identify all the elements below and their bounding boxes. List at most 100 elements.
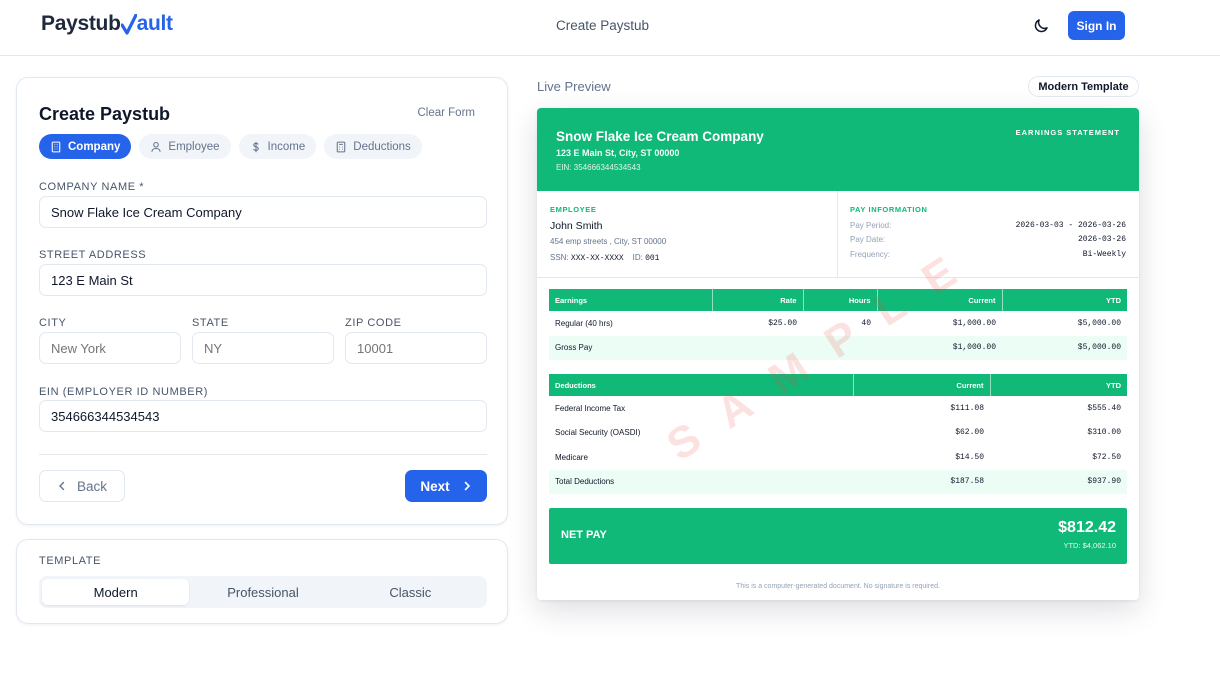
employee-ids: SSN: XXX-XX-XXXX ID: 001 <box>550 253 659 263</box>
gross-pay-hours <box>803 335 877 360</box>
ein-label: EIN (EMPLOYER ID NUMBER) <box>39 386 209 398</box>
table-row: Medicare $14.50 $72.50 <box>549 445 1127 470</box>
frequency-label: Frequency: <box>850 250 891 259</box>
city-label: CITY <box>39 317 67 329</box>
tab-deductions[interactable]: Deductions <box>324 134 422 159</box>
street-address-label: STREET ADDRESS <box>39 249 147 261</box>
stub-footer-note: This is a computer-generated document. N… <box>736 583 940 590</box>
frequency-row: Frequency: Bi-Weekly <box>850 250 1126 259</box>
earning-ytd: $5,000.00 <box>1077 318 1121 328</box>
table-row: Social Security (OASDI) $62.00 $310.00 <box>549 421 1127 446</box>
earning-hours: 40 <box>861 318 871 328</box>
earning-rate: $25.00 <box>768 318 797 328</box>
stub-info-section: EMPLOYEE John Smith 454 emp streets , Ci… <box>537 191 1139 278</box>
gross-pay-rate <box>712 335 803 360</box>
paystub-header: Snow Flake Ice Cream Company 123 E Main … <box>537 108 1139 191</box>
total-deductions-row: Total Deductions $187.58 $937.90 <box>549 469 1127 494</box>
earnings-statement-title: EARNINGS STATEMENT <box>1015 128 1120 137</box>
earnings-header: Earnings <box>549 289 713 311</box>
moon-icon[interactable] <box>1032 17 1050 35</box>
net-pay-amount: $812.42 <box>1058 519 1116 536</box>
ssn-value: XXX-XX-XXXX <box>570 254 624 263</box>
stub-company-name: Snow Flake Ice Cream Company <box>556 129 764 144</box>
form-step-tabs: Company Employee Income Deductions <box>39 134 422 159</box>
ytd-header: YTD <box>1002 289 1127 311</box>
template-label: TEMPLATE <box>39 555 102 567</box>
pay-period-label: Pay Period: <box>850 221 892 230</box>
template-segmented-control: Modern Professional Classic <box>39 576 487 608</box>
tab-employee[interactable]: Employee <box>139 134 231 159</box>
paystub-preview: Snow Flake Ice Cream Company 123 E Main … <box>537 108 1139 600</box>
hours-header: Hours <box>803 289 878 311</box>
tab-company[interactable]: Company <box>39 134 132 159</box>
ein-input[interactable] <box>39 400 487 432</box>
deduction-description: Medicare <box>555 452 588 462</box>
total-deductions-current: $187.58 <box>853 469 990 494</box>
template-option-professional[interactable]: Professional <box>189 579 336 605</box>
tab-deductions-label: Deductions <box>353 140 411 153</box>
pay-date-label: Pay Date: <box>850 235 886 244</box>
deductions-ytd-header: YTD <box>990 374 1127 396</box>
total-deductions-label: Total Deductions <box>549 469 853 494</box>
earning-description: Regular (40 hrs) <box>555 318 613 328</box>
employee-name: John Smith <box>550 220 603 232</box>
street-address-input[interactable] <box>39 264 487 296</box>
next-button-label: Next <box>420 478 450 494</box>
state-label: STATE <box>192 317 229 329</box>
net-pay-banner: NET PAY $812.42 YTD: $4,062.10 <box>549 508 1127 564</box>
clear-form-button[interactable]: Clear Form <box>417 107 475 119</box>
state-input[interactable] <box>192 332 334 364</box>
sign-in-button[interactable]: Sign In <box>1068 11 1125 40</box>
tab-income[interactable]: Income <box>238 134 317 159</box>
chevron-left-icon <box>58 481 65 491</box>
building-icon <box>51 141 61 152</box>
next-button[interactable]: Next <box>405 470 487 502</box>
deductions-current-header: Current <box>853 374 991 396</box>
top-bar: Paystub ault Create Paystub Sign In <box>0 0 1220 56</box>
net-pay-ytd: YTD: $4,062.10 <box>1063 541 1116 550</box>
table-row: Regular (40 hrs) $25.00 40 $1,000.00 $5,… <box>549 311 1127 336</box>
tab-company-label: Company <box>68 140 121 153</box>
gross-pay-ytd: $5,000.00 <box>1002 335 1127 360</box>
back-button[interactable]: Back <box>39 470 125 502</box>
template-badge[interactable]: Modern Template <box>1028 76 1139 97</box>
dollar-icon <box>252 141 259 152</box>
tab-employee-label: Employee <box>168 140 220 153</box>
stub-company-ein: EIN: 354666344534543 <box>556 163 641 172</box>
deduction-ytd: $72.50 <box>1092 452 1121 462</box>
deduction-current: $111.08 <box>950 403 984 413</box>
earnings-header-row: Earnings Rate Hours Current YTD <box>549 289 1127 311</box>
deductions-table: Deductions Current YTD Federal Income Ta… <box>549 374 1127 494</box>
table-row: Federal Income Tax $111.08 $555.40 <box>549 396 1127 421</box>
frequency-value: Bi-Weekly <box>1082 250 1126 259</box>
deduction-description: Federal Income Tax <box>555 403 626 413</box>
pay-date-row: Pay Date: 2026-03-26 <box>850 235 1126 244</box>
stub-company-address: 123 E Main St, City, ST 00000 <box>556 148 680 158</box>
earnings-table: Earnings Rate Hours Current YTD Regular … <box>549 289 1127 360</box>
deduction-description: Social Security (OASDI) <box>555 428 641 438</box>
current-header: Current <box>877 289 1003 311</box>
total-deductions-ytd: $937.90 <box>990 469 1127 494</box>
form-divider <box>39 454 487 455</box>
deduction-current: $14.50 <box>955 452 984 462</box>
pay-period-row: Pay Period: 2026-03-03 - 2026-03-26 <box>850 221 1126 230</box>
rate-header: Rate <box>712 289 804 311</box>
deductions-header-row: Deductions Current YTD <box>549 374 1127 396</box>
pay-period-value: 2026-03-03 - 2026-03-26 <box>1015 221 1126 230</box>
city-input[interactable] <box>39 332 181 364</box>
create-paystub-form: Create Paystub Clear Form Company Employ… <box>16 77 508 525</box>
zip-code-label: ZIP CODE <box>345 317 402 329</box>
nav-create-paystub[interactable]: Create Paystub <box>0 18 1205 33</box>
company-name-input[interactable] <box>39 196 487 228</box>
zip-code-input[interactable] <box>345 332 487 364</box>
info-divider <box>837 191 838 278</box>
deduction-ytd: $310.00 <box>1087 428 1121 438</box>
template-option-modern[interactable]: Modern <box>42 579 190 605</box>
pay-info-section-label: PAY INFORMATION <box>850 205 928 214</box>
template-option-classic[interactable]: Classic <box>337 579 484 605</box>
deductions-header: Deductions <box>549 374 854 396</box>
deduction-ytd: $555.40 <box>1087 403 1121 413</box>
employee-address: 454 emp streets , City, ST 00000 <box>550 237 667 246</box>
id-value: 001 <box>645 254 660 263</box>
gross-pay-label: Gross Pay <box>549 335 712 360</box>
